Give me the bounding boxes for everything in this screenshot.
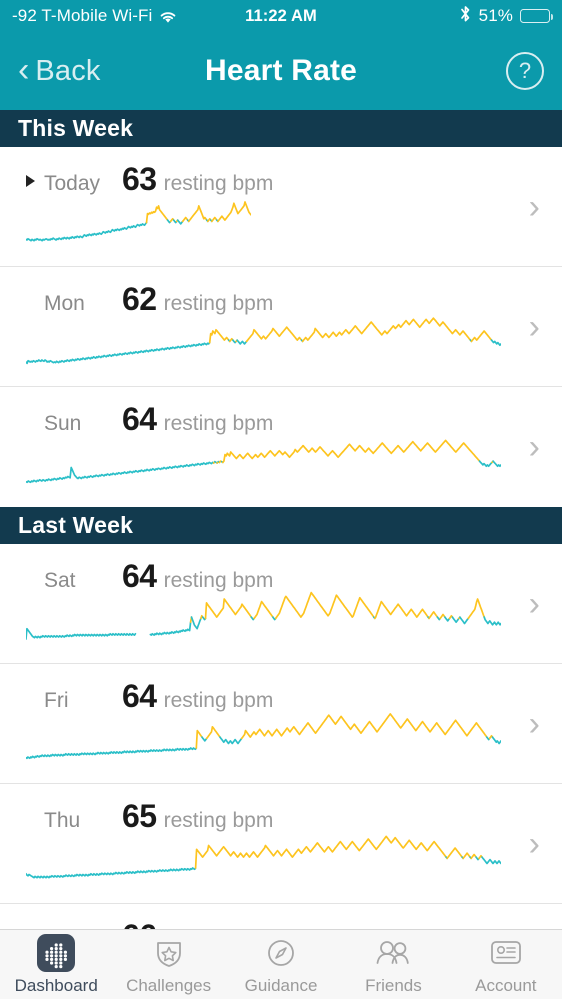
section-header-last-week: Last Week bbox=[0, 507, 562, 544]
sparkline-mon bbox=[26, 313, 501, 371]
resting-bpm-value: 64 bbox=[122, 401, 157, 438]
section-title: This Week bbox=[18, 115, 133, 142]
chevron-right-icon[interactable]: › bbox=[529, 587, 540, 621]
back-button[interactable]: ‹ Back bbox=[18, 55, 101, 88]
day-sparkline bbox=[26, 710, 501, 773]
section-body: Today63resting bpm›Mon62resting bpm›Sun6… bbox=[0, 147, 562, 507]
shield-star-icon bbox=[150, 934, 188, 972]
tab-label: Dashboard bbox=[15, 976, 98, 996]
day-row-thu[interactable]: Thu65resting bpm› bbox=[0, 784, 562, 904]
day-summary: Sat64resting bpm bbox=[0, 544, 562, 595]
day-sparkline bbox=[26, 830, 501, 893]
shield-star-icon bbox=[152, 936, 186, 970]
chevron-right-icon[interactable]: › bbox=[529, 190, 540, 224]
day-row-sun[interactable]: Sun 64 resting bpm › bbox=[0, 387, 562, 507]
day-row-today[interactable]: Today63resting bpm› bbox=[0, 147, 562, 267]
compass-icon bbox=[262, 934, 300, 972]
sparkline-sat bbox=[26, 590, 501, 648]
chevron-right-icon[interactable]: › bbox=[529, 707, 540, 741]
day-summary: Mon62resting bpm bbox=[0, 267, 562, 318]
chevron-right-icon[interactable]: › bbox=[529, 430, 540, 464]
friends-icon bbox=[374, 934, 412, 972]
tab-label: Friends bbox=[365, 976, 422, 996]
chevron-right-icon[interactable]: › bbox=[529, 827, 540, 861]
battery-icon bbox=[520, 9, 550, 23]
question-mark-icon: ? bbox=[519, 58, 531, 84]
sparkline-today bbox=[26, 193, 251, 251]
day-summary: Today63resting bpm bbox=[0, 147, 562, 198]
chevron-left-icon: ‹ bbox=[18, 53, 29, 87]
day-row-sat[interactable]: Sat64resting bpm› bbox=[0, 544, 562, 664]
compass-icon bbox=[264, 936, 298, 970]
back-button-label: Back bbox=[35, 55, 100, 88]
nav-bar: ‹ Back Heart Rate ? bbox=[0, 32, 562, 110]
tab-label: Account bbox=[475, 976, 536, 996]
day-sparkline bbox=[26, 313, 501, 376]
tab-friends[interactable]: Friends bbox=[337, 930, 449, 999]
status-bar-right: 51% bbox=[459, 5, 550, 27]
day-sparkline bbox=[26, 434, 501, 497]
tab-guidance[interactable]: Guidance bbox=[225, 930, 337, 999]
expand-triangle-icon[interactable] bbox=[26, 175, 35, 187]
tab-label: Challenges bbox=[126, 976, 211, 996]
bluetooth-icon bbox=[459, 5, 472, 27]
day-summary: Fri64resting bpm bbox=[0, 664, 562, 715]
tab-challenges[interactable]: Challenges bbox=[112, 930, 224, 999]
day-row-mon[interactable]: Mon62resting bpm› bbox=[0, 267, 562, 387]
day-sparkline bbox=[26, 590, 501, 653]
sparkline-fri bbox=[26, 710, 501, 768]
resting-bpm-unit: resting bpm bbox=[164, 412, 274, 436]
sparkline-thu bbox=[26, 830, 501, 888]
friends-icon bbox=[374, 936, 412, 970]
id-card-icon bbox=[487, 934, 525, 972]
section-header-this-week: This Week bbox=[0, 110, 562, 147]
fitbit-dots-icon bbox=[37, 934, 75, 972]
battery-percent-label: 51% bbox=[479, 6, 513, 26]
wifi-icon bbox=[159, 9, 177, 23]
day-sparkline bbox=[26, 193, 251, 256]
tab-bar: Dashboard Challenges Guidance Friends Accoun… bbox=[0, 929, 562, 999]
day-row-fri[interactable]: Fri64resting bpm› bbox=[0, 664, 562, 784]
status-bar-left: -92 T-Mobile Wi-Fi bbox=[12, 6, 177, 26]
section-body: Sat64resting bpm›Fri64resting bpm›Thu65r… bbox=[0, 544, 562, 948]
status-bar: -92 T-Mobile Wi-Fi 11:22 AM 51% bbox=[0, 0, 562, 32]
tab-label: Guidance bbox=[245, 976, 318, 996]
day-summary: Thu65resting bpm bbox=[0, 784, 562, 835]
day-summary: Sun 64 resting bpm bbox=[0, 387, 562, 438]
carrier-label: -92 T-Mobile Wi-Fi bbox=[12, 6, 152, 26]
day-label: Sun bbox=[44, 412, 110, 436]
sparkline-sun bbox=[26, 434, 501, 492]
help-button[interactable]: ? bbox=[506, 52, 544, 90]
chevron-right-icon[interactable]: › bbox=[529, 310, 540, 344]
section-title: Last Week bbox=[18, 512, 133, 539]
id-card-icon bbox=[488, 938, 524, 968]
tab-account[interactable]: Account bbox=[450, 930, 562, 999]
tab-dashboard[interactable]: Dashboard bbox=[0, 930, 112, 999]
heart-rate-list[interactable]: This WeekToday63resting bpm›Mon62resting… bbox=[0, 110, 562, 948]
fitbit-dots-icon bbox=[37, 934, 75, 972]
